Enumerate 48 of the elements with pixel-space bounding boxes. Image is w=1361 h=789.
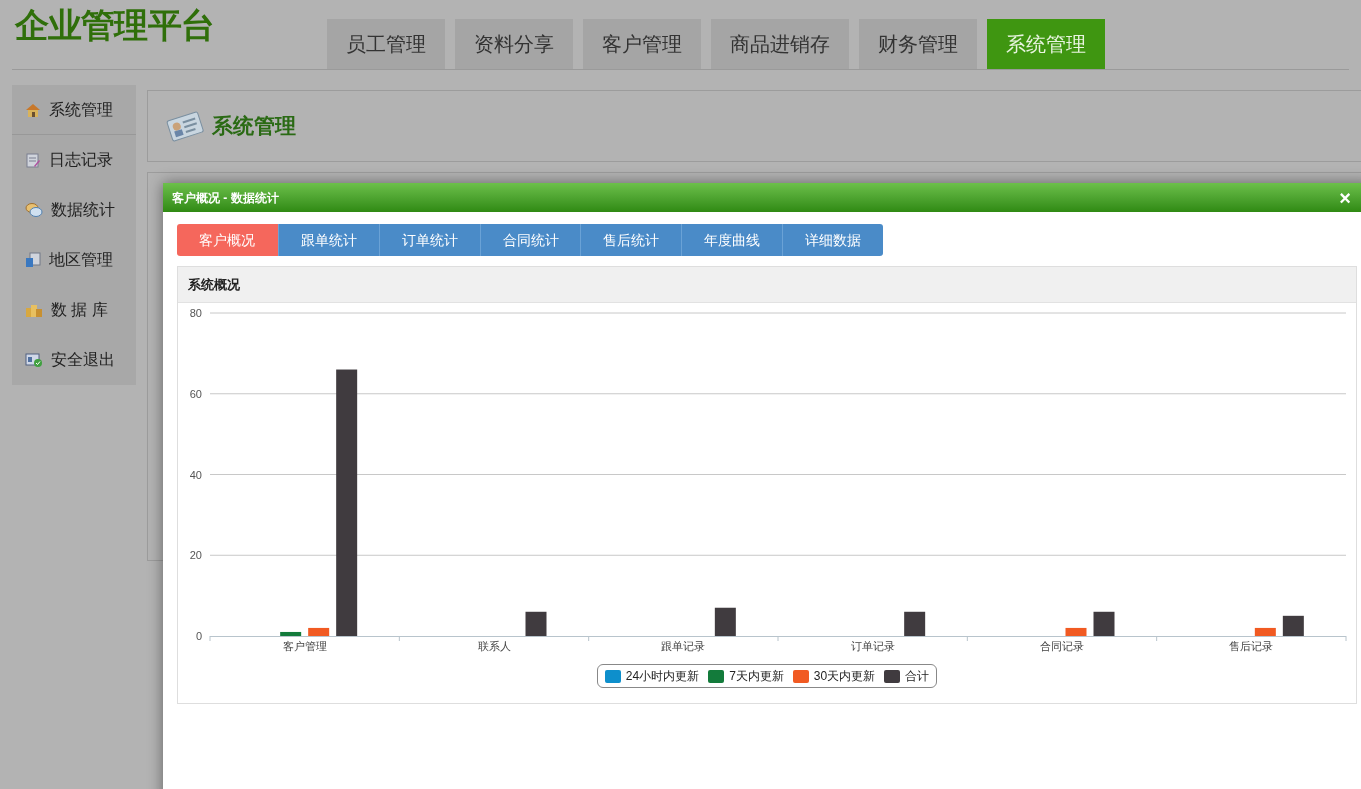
id-card-check-icon: [25, 352, 43, 368]
x-axis-label: 订单记录: [850, 640, 895, 652]
dialog-tab[interactable]: 合同统计: [479, 224, 581, 256]
y-tick-label: 0: [195, 630, 202, 642]
app-logo: 企业管理平台: [15, 8, 215, 42]
bar: [308, 627, 330, 636]
x-axis-label: 联系人: [477, 640, 511, 652]
nav-tab[interactable]: 系统管理: [987, 19, 1105, 69]
bar: [525, 611, 547, 636]
nav-tab[interactable]: 客户管理: [583, 19, 701, 69]
bar: [714, 607, 736, 636]
bar: [1254, 627, 1276, 636]
documents-icon: [25, 252, 41, 268]
x-axis-label: 售后记录: [1229, 640, 1274, 652]
legend-label: 7天内更新: [729, 668, 784, 685]
home-icon: [25, 101, 41, 118]
legend-label: 合计: [905, 668, 930, 685]
close-button[interactable]: ×: [1339, 187, 1351, 208]
nav-tab[interactable]: 员工管理: [327, 19, 445, 69]
x-axis-label: 跟单记录: [661, 640, 706, 652]
speech-bubbles-icon: [25, 202, 43, 218]
nav-tab[interactable]: 财务管理: [859, 19, 977, 69]
bar: [904, 611, 926, 636]
legend-label: 30天内更新: [813, 668, 876, 685]
notepad-icon: [25, 152, 41, 168]
y-tick-label: 20: [189, 549, 202, 562]
dialog-tab[interactable]: 订单统计: [378, 224, 480, 256]
nav-tab[interactable]: 资料分享: [455, 19, 573, 69]
dialog-title: 客户概况 - 数据统计: [172, 189, 280, 207]
bar: [1093, 611, 1115, 636]
legend-label: 24小时内更新: [625, 668, 700, 685]
coin-stacks-icon: [25, 302, 43, 318]
dialog-tab[interactable]: 跟单统计: [277, 224, 379, 256]
page-title: 系统管理: [212, 113, 296, 140]
dialog-tab[interactable]: 客户概况: [177, 224, 278, 256]
bar: [1282, 615, 1304, 636]
y-tick-label: 60: [189, 387, 202, 400]
bar: [1065, 627, 1087, 636]
dialog-tab[interactable]: 售后统计: [580, 224, 682, 256]
dialog-tab[interactable]: 详细数据: [782, 224, 883, 256]
dialog-tab[interactable]: 年度曲线: [681, 224, 783, 256]
panel-title: 系统概况: [188, 275, 240, 294]
y-tick-label: 80: [189, 307, 202, 319]
x-axis-label: 客户管理: [282, 640, 327, 652]
x-axis-label: 合同记录: [1040, 640, 1084, 652]
y-tick-label: 40: [189, 468, 202, 481]
nav-tab[interactable]: 商品进销存: [711, 19, 849, 69]
bar: [280, 631, 302, 636]
